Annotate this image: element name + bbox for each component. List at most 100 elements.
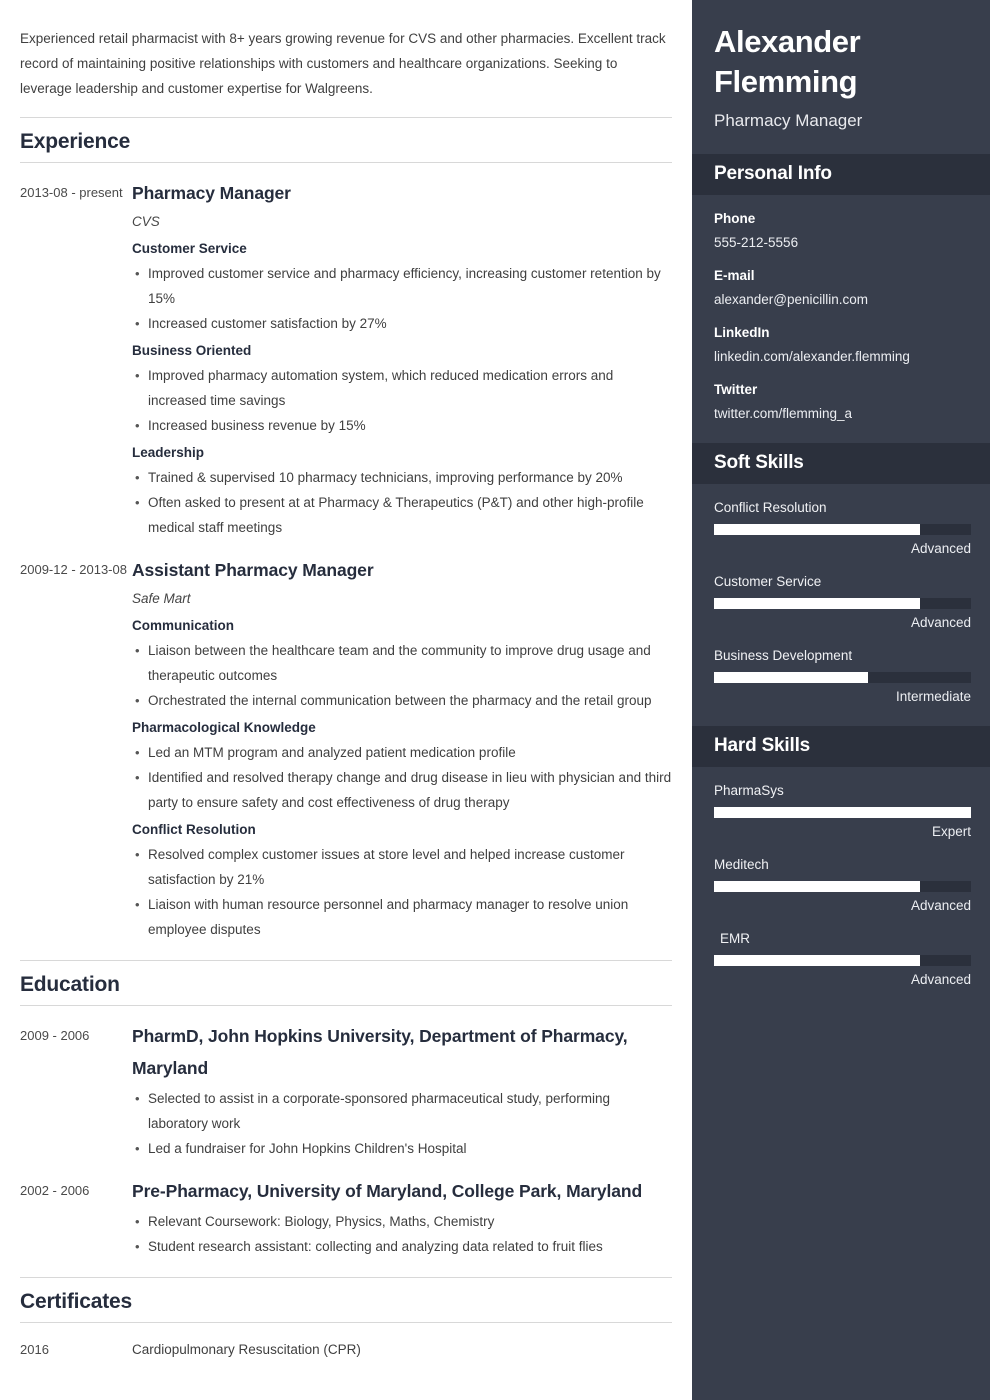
soft-skill-bar <box>714 598 971 609</box>
certificate-name: Cardiopulmonary Resuscitation (CPR) <box>132 1342 361 1357</box>
professional-summary: Experienced retail pharmacist with 8+ ye… <box>20 31 666 96</box>
achievement-item: Led an MTM program and analyzed patient … <box>134 740 672 765</box>
soft-skill-bar-fill <box>714 598 920 609</box>
hard-skill-name: Meditech <box>714 857 769 872</box>
certificate-entry: 2016 Cardiopulmonary Resuscitation (CPR) <box>20 1323 672 1361</box>
achievement-list: Liaison between the healthcare team and … <box>132 638 672 713</box>
personal-info-label: Twitter <box>714 382 758 397</box>
achievement-list: Led an MTM program and analyzed patient … <box>132 740 672 815</box>
achievement-group-heading: Leadership <box>132 445 205 460</box>
personal-info-label: Phone <box>714 211 756 226</box>
soft-skill-bar <box>714 524 971 535</box>
personal-info-label: E-mail <box>714 268 755 283</box>
education-detail-item: Led a fundraiser for John Hopkins Childr… <box>134 1136 672 1161</box>
main-content: Experienced retail pharmacist with 8+ ye… <box>0 0 692 1400</box>
entry-body: Pharmacy Manager CVS Customer Service Impro… <box>132 177 672 540</box>
education-entry: 2002 - 2006 Pre-Pharmacy, University of M… <box>20 1161 672 1259</box>
soft-skills-heading: Soft Skills <box>692 443 990 484</box>
personal-info-label: LinkedIn <box>714 325 770 340</box>
education-section: Education 2009 - 2006 PharmD, John Hopkin… <box>20 960 672 1259</box>
achievement-item: Trained & supervised 10 pharmacy technic… <box>134 465 672 490</box>
personal-info-value[interactable]: linkedin.com/alexander.flemming <box>714 346 968 367</box>
soft-skill-name: Customer Service <box>714 574 822 589</box>
achievement-group-heading: Pharmacological Knowledge <box>132 720 316 735</box>
education-heading: Education <box>20 960 672 1006</box>
entry-body: PharmD, John Hopkins University, Departm… <box>132 1020 672 1161</box>
soft-skill-level: Intermediate <box>895 689 971 704</box>
achievement-item: Orchestrated the internal communication … <box>134 688 672 713</box>
hard-skill-bar-fill <box>714 955 920 966</box>
hard-skill-bar <box>714 807 971 818</box>
achievement-item: Often asked to present at at Pharmacy & … <box>134 490 672 540</box>
achievement-item: Improved pharmacy automation system, whi… <box>134 363 672 413</box>
personal-info-item: LinkedIn linkedin.com/alexander.flemming <box>714 323 968 367</box>
certificates-section: Certificates 2016 Cardiopulmonary Resusci… <box>20 1277 672 1361</box>
personal-info-item: Twitter twitter.com/flemming_a <box>714 380 968 424</box>
soft-skill-item: Business Development Intermediate <box>714 646 971 708</box>
sidebar: Alexander Flemming Pharmacy Manager Pers… <box>692 0 990 1400</box>
soft-skills-list: Conflict Resolution Advanced Customer Serv… <box>692 484 990 726</box>
soft-skill-item: Customer Service Advanced <box>714 572 971 634</box>
personal-info-value[interactable]: 555-212-5556 <box>714 232 968 253</box>
hard-skill-item: PharmaSys Expert <box>714 781 971 843</box>
achievement-item: Identified and resolved therapy change a… <box>134 765 672 815</box>
hard-skill-item: EMR Advanced <box>714 929 971 991</box>
achievement-group-heading: Business Oriented <box>132 343 252 358</box>
soft-skill-bar-fill <box>714 672 869 683</box>
education-detail-item: Student research assistant: collecting a… <box>134 1234 672 1259</box>
job-title: Assistant Pharmacy Manager <box>132 560 374 580</box>
hard-skill-bar <box>714 881 971 892</box>
hard-skill-level: Advanced <box>910 898 971 913</box>
personal-info-value[interactable]: alexander@penicillin.com <box>714 289 968 310</box>
achievement-item: Liaison with human resource personnel an… <box>134 892 672 942</box>
personal-info-list: Phone 555-212-5556 E-mail alexander@penicil… <box>692 195 990 443</box>
hard-skill-name: EMR <box>720 931 750 946</box>
entry-date: 2009 - 2006 <box>20 1028 90 1043</box>
entry-date: 2013-08 - present <box>20 185 123 200</box>
experience-list: 2013-08 - present Pharmacy Manager CVS Cust… <box>20 163 672 942</box>
personal-info-heading: Personal Info <box>692 154 990 195</box>
achievement-list: Trained & supervised 10 pharmacy technic… <box>132 465 672 540</box>
company-name: Safe Mart <box>132 591 191 606</box>
education-entry: 2009 - 2006 PharmD, John Hopkins Universi… <box>20 1006 672 1161</box>
achievement-group-heading: Conflict Resolution <box>132 822 256 837</box>
hard-skill-name: PharmaSys <box>714 783 784 798</box>
education-detail-list: Relevant Coursework: Biology, Physics, M… <box>132 1209 672 1259</box>
experience-section: Experience 2013-08 - present Pharmacy Man… <box>20 117 672 942</box>
entry-body: Assistant Pharmacy Manager Safe Mart Commu… <box>132 554 672 942</box>
entry-body: Pre-Pharmacy, University of Maryland, Co… <box>132 1175 672 1259</box>
education-detail-list: Selected to assist in a corporate-sponso… <box>132 1086 672 1161</box>
achievement-group-heading: Communication <box>132 618 235 633</box>
degree-title: PharmD, John Hopkins University, Departm… <box>132 1026 628 1078</box>
personal-info-item: Phone 555-212-5556 <box>714 209 968 253</box>
personal-info-value[interactable]: twitter.com/flemming_a <box>714 403 968 424</box>
soft-skill-name: Business Development <box>714 648 853 663</box>
degree-title: Pre-Pharmacy, University of Maryland, Co… <box>132 1181 643 1201</box>
achievement-item: Increased customer satisfaction by 27% <box>134 311 672 336</box>
experience-entry: 2009-12 - 2013-08 Assistant Pharmacy Mana… <box>20 540 672 942</box>
company-name: CVS <box>132 214 160 229</box>
entry-date: 2002 - 2006 <box>20 1183 90 1198</box>
hard-skill-bar-fill <box>714 881 920 892</box>
hard-skill-bar-fill <box>714 807 971 818</box>
achievement-item: Improved customer service and pharmacy e… <box>134 261 672 311</box>
experience-heading: Experience <box>20 118 672 163</box>
achievement-item: Liaison between the healthcare team and … <box>134 638 672 688</box>
job-title: Pharmacy Manager <box>132 183 291 203</box>
education-detail-item: Selected to assist in a corporate-sponso… <box>134 1086 672 1136</box>
achievement-item: Resolved complex customer issues at stor… <box>134 842 672 892</box>
personal-info-item: E-mail alexander@penicillin.com <box>714 266 968 310</box>
entry-date: 2009-12 - 2013-08 <box>20 562 127 577</box>
hard-skill-level: Advanced <box>910 972 971 987</box>
achievement-group-heading: Customer Service <box>132 241 247 256</box>
hard-skill-item: Meditech Advanced <box>714 855 971 917</box>
soft-skill-bar <box>714 672 971 683</box>
soft-skill-level: Advanced <box>910 615 971 630</box>
sidebar-header: Alexander Flemming Pharmacy Manager <box>692 0 990 154</box>
certificate-date: 2016 <box>20 1342 49 1357</box>
hard-skills-list: PharmaSys Expert Meditech Advanced EMR Advanc… <box>692 767 990 1009</box>
soft-skill-bar-fill <box>714 524 920 535</box>
hard-skill-bar <box>714 955 971 966</box>
soft-skill-name: Conflict Resolution <box>714 500 827 515</box>
certificates-list: 2016 Cardiopulmonary Resuscitation (CPR) <box>20 1323 672 1361</box>
